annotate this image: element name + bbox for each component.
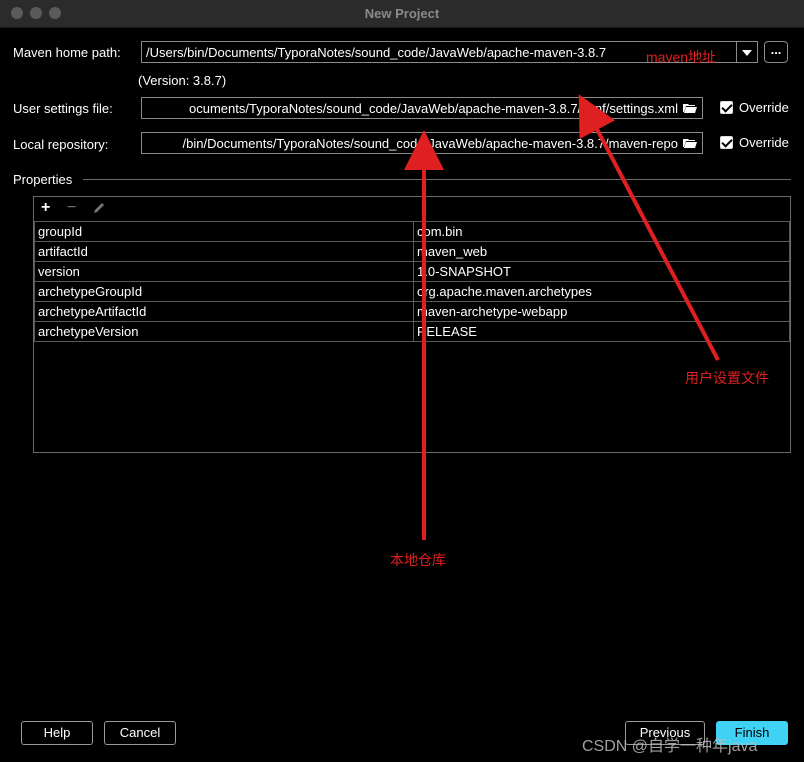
annotation-arrows xyxy=(404,94,720,540)
annotation-local-repo: 本地仓库 xyxy=(390,552,446,568)
help-button[interactable]: Help xyxy=(21,721,93,745)
arrow-to-settings xyxy=(578,94,720,361)
annotation-user-settings: 用户设置文件 xyxy=(685,370,769,386)
annotation-maven-address: maven地址 xyxy=(646,49,717,65)
cancel-button[interactable]: Cancel xyxy=(104,721,176,745)
csdn-watermark: CSDN @自学一种年java xyxy=(582,738,758,755)
